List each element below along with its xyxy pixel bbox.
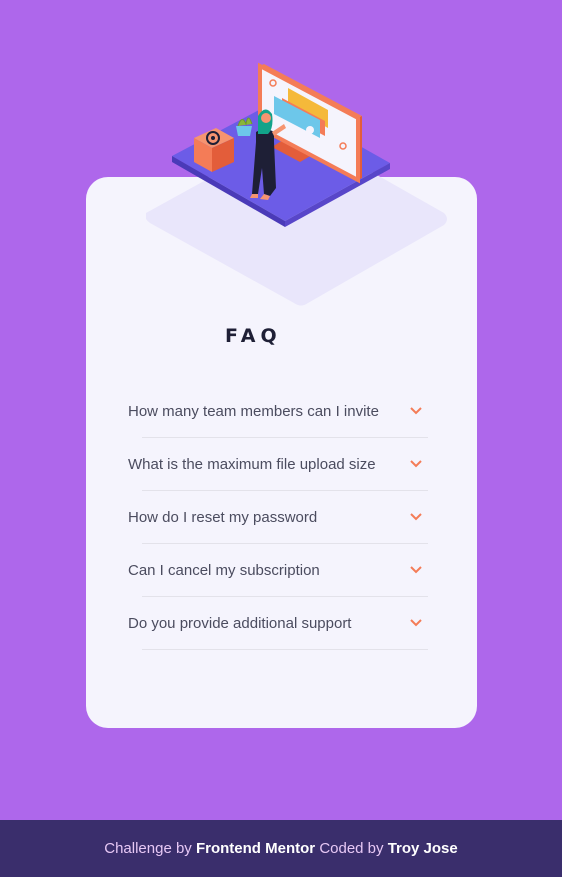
faq-question[interactable]: How many team members can I invite [128,403,379,420]
faq-item[interactable]: Do you provide additional support [128,597,428,650]
faq-question[interactable]: Do you provide additional support [128,615,351,632]
chevron-down-icon[interactable] [410,566,422,574]
footer-challenge-prefix: Challenge by [104,840,192,857]
frontend-mentor-link[interactable]: Frontend Mentor [196,840,315,857]
faq-question[interactable]: What is the maximum file upload size [128,456,376,473]
faq-question[interactable]: Can I cancel my subscription [128,562,320,579]
faq-item[interactable]: What is the maximum file upload size [128,438,428,491]
footer-coded-prefix: Coded by [319,840,384,857]
faq-item[interactable]: Can I cancel my subscription [128,544,428,597]
chevron-down-icon[interactable] [410,513,422,521]
author-link[interactable]: Troy Jose [388,840,458,857]
chevron-down-icon[interactable] [410,460,422,468]
faq-question[interactable]: How do I reset my password [128,509,317,526]
chevron-down-icon[interactable] [410,407,422,415]
woman-online-illustration [172,62,390,227]
chevron-down-icon[interactable] [410,619,422,627]
faq-list: How many team members can I invite What … [128,385,428,650]
faq-item[interactable]: How many team members can I invite [128,385,428,438]
faq-item[interactable]: How do I reset my password [128,491,428,544]
divider [142,649,428,650]
faq-title: FAQ [225,325,282,347]
footer: Challenge by Frontend Mentor Coded by Tr… [0,820,562,877]
